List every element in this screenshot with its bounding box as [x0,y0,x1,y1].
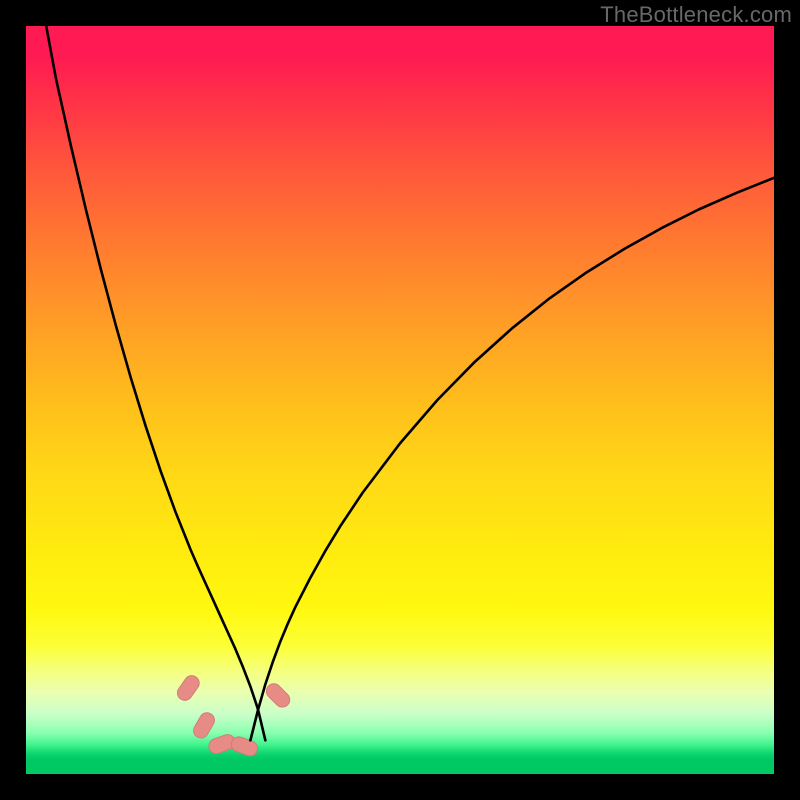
curve-left-branch [46,26,265,740]
chart-svg [26,26,774,774]
marker-1 [191,710,217,741]
marker-3 [229,735,259,758]
marker-4 [263,681,293,711]
markers-group [174,673,292,758]
marker-0 [174,673,202,704]
plot-area [26,26,774,774]
curve-right-branch [250,178,774,740]
chart-frame: TheBottleneck.com [0,0,800,800]
curves-group [46,26,774,740]
watermark-text: TheBottleneck.com [600,2,792,28]
